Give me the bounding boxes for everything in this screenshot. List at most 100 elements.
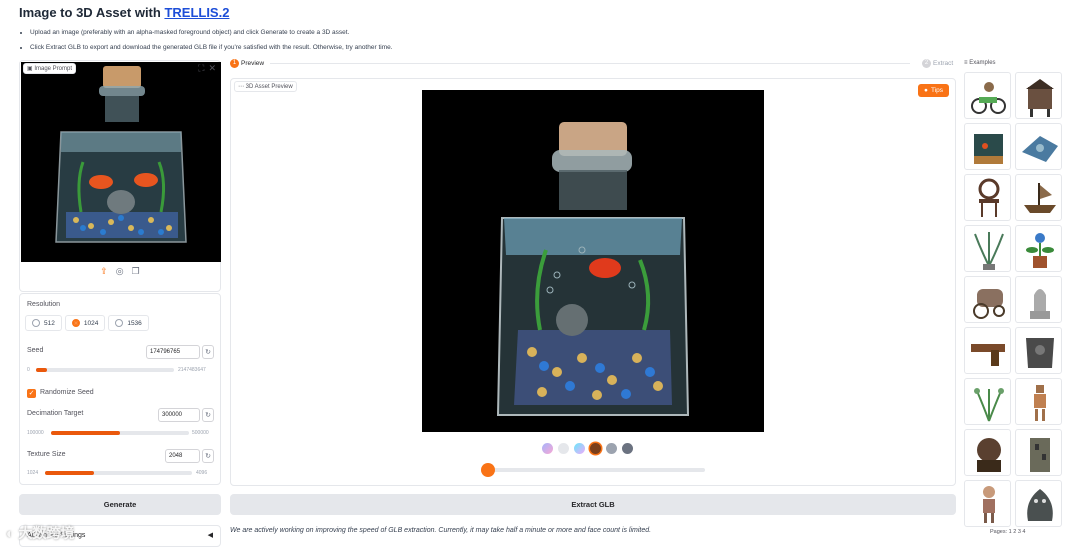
- resolution-option-label: 512: [44, 319, 55, 327]
- examples-label-text: Examples: [969, 60, 996, 66]
- image-prompt-panel[interactable]: ▣ Image Prompt ⛶ ✕ ⇪ ◎ ❐: [19, 60, 221, 292]
- decimation-slider[interactable]: [51, 431, 189, 435]
- resolution-radio-group: 512 1024 1536: [25, 315, 149, 331]
- texture-size-input[interactable]: 2048: [165, 449, 200, 463]
- spaceship-icon: [1022, 136, 1058, 162]
- view-slider-knob[interactable]: [481, 463, 495, 477]
- page-title: Image to 3D Asset with TRELLIS.2: [19, 5, 229, 20]
- example-thumb-tower[interactable]: [1015, 429, 1062, 476]
- example-thumb-flower[interactable]: [1015, 225, 1062, 272]
- examples-label: ≡ Examples: [964, 60, 996, 66]
- webcam-icon[interactable]: ◎: [116, 266, 124, 277]
- title-text: Image to 3D Asset with: [19, 5, 165, 20]
- resolution-label: Resolution: [27, 301, 61, 308]
- panel-tools: ⛶ ✕: [198, 63, 216, 74]
- seed-slider[interactable]: [36, 368, 174, 372]
- collapse-arrow-icon: ◀: [207, 532, 213, 539]
- preview-render[interactable]: [422, 90, 764, 432]
- motorcycle-icon: [971, 82, 1006, 114]
- close-icon[interactable]: ✕: [208, 63, 216, 74]
- extraction-note: We are actively working on improving the…: [230, 527, 652, 534]
- girl-icon: [983, 486, 995, 523]
- render-mode-swatches: [542, 443, 633, 454]
- list-icon: ≡: [964, 60, 968, 66]
- example-thumb-house[interactable]: [1015, 72, 1062, 119]
- flower-icon: [1026, 233, 1054, 268]
- vine-icon: [974, 388, 1004, 422]
- example-thumb-ship[interactable]: [1015, 174, 1062, 221]
- preview-label: ⋯ 3D Asset Preview: [234, 81, 297, 92]
- example-thumb-grass[interactable]: [964, 225, 1011, 272]
- tips-button[interactable]: ● Tips: [918, 84, 949, 97]
- render-mode-color[interactable]: [574, 443, 585, 454]
- render-mode-metal[interactable]: [606, 443, 617, 454]
- pistol-icon: [971, 344, 1005, 366]
- resolution-option-1024[interactable]: 1024: [64, 315, 106, 331]
- example-thumb-robot[interactable]: [1015, 378, 1062, 425]
- statue-icon: [1030, 289, 1050, 319]
- decimation-slider-fill: [51, 431, 120, 435]
- grass-icon: [974, 232, 1004, 270]
- watermark-logo: ◐ 大数跨境: [6, 525, 75, 541]
- example-thumb-fish-tank[interactable]: [964, 123, 1011, 170]
- radio-dot: [32, 319, 40, 327]
- example-thumb-spaceship[interactable]: [1015, 123, 1062, 170]
- example-thumb-girl[interactable]: [964, 480, 1011, 527]
- example-thumb-statue[interactable]: [1015, 276, 1062, 323]
- example-thumb-wagon[interactable]: [964, 276, 1011, 323]
- seed-max: 2147483647: [178, 367, 206, 373]
- example-thumb-armor[interactable]: [1015, 327, 1062, 374]
- upload-icon[interactable]: ⇪: [100, 266, 108, 277]
- decimation-max: 500000: [192, 430, 209, 436]
- decimation-min: 100000: [27, 430, 44, 436]
- bottle-image: [21, 62, 221, 262]
- instruction-item: Upload an image (preferably with an alph…: [30, 25, 393, 40]
- image-icon: ▣: [27, 66, 33, 72]
- decimation-input[interactable]: 300000: [158, 408, 200, 422]
- monkey-icon: [977, 438, 1001, 472]
- preview-panel: ⋯ 3D Asset Preview ● Tips: [230, 78, 956, 486]
- wagon-icon: [973, 289, 1005, 319]
- clipboard-icon[interactable]: ❐: [132, 266, 140, 277]
- example-thumb-chair[interactable]: [964, 174, 1011, 221]
- render-mode-normal[interactable]: [542, 443, 553, 454]
- texture-reset-icon[interactable]: ↻: [202, 449, 214, 463]
- radio-dot: [115, 319, 124, 327]
- example-thumb-vine[interactable]: [964, 378, 1011, 425]
- randomize-seed-label: Randomize Seed: [40, 389, 94, 396]
- render-mode-clay[interactable]: [558, 443, 569, 454]
- texture-slider-fill: [45, 471, 94, 475]
- examples-pagination[interactable]: Pages: 1 2 3 4: [990, 529, 1025, 535]
- texture-max: 4096: [196, 470, 208, 476]
- example-thumb-motorcycle-rider[interactable]: [964, 72, 1011, 119]
- resolution-option-1536[interactable]: 1536: [108, 315, 149, 331]
- step-preview-tab[interactable]: Preview: [241, 60, 264, 67]
- step-connector: [270, 63, 910, 64]
- resolution-option-512[interactable]: 512: [25, 315, 62, 331]
- generate-button[interactable]: Generate: [19, 494, 221, 515]
- step-extract-tab[interactable]: Extract: [933, 60, 953, 67]
- texture-size-label: Texture Size: [27, 451, 66, 458]
- render-mode-rough[interactable]: [622, 443, 633, 454]
- view-slider[interactable]: [481, 463, 705, 477]
- lightbulb-icon: ●: [924, 87, 928, 94]
- example-thumb-monkey[interactable]: [964, 429, 1011, 476]
- resolution-option-label: 1024: [83, 319, 99, 327]
- creature-icon: [1027, 489, 1053, 521]
- ship-icon: [1024, 183, 1056, 213]
- seed-reset-icon[interactable]: ↻: [202, 345, 214, 359]
- example-thumb-pistol[interactable]: [964, 327, 1011, 374]
- grid-icon: ⋯: [238, 84, 244, 90]
- render-mode-shaded[interactable]: [590, 443, 601, 454]
- decimation-reset-icon[interactable]: ↻: [202, 408, 214, 422]
- texture-slider[interactable]: [45, 471, 192, 475]
- texture-min: 1024: [27, 470, 39, 476]
- seed-min: 0: [27, 367, 30, 373]
- trellis-link[interactable]: TRELLIS.2: [164, 5, 229, 20]
- image-prompt-label: ▣ Image Prompt: [23, 63, 77, 74]
- fullscreen-icon[interactable]: ⛶: [198, 63, 204, 74]
- example-thumb-creature[interactable]: [1015, 480, 1062, 527]
- extract-glb-button[interactable]: Extract GLB: [230, 494, 956, 515]
- randomize-seed-checkbox[interactable]: ✓: [27, 389, 36, 398]
- seed-input[interactable]: 174796765: [146, 345, 200, 359]
